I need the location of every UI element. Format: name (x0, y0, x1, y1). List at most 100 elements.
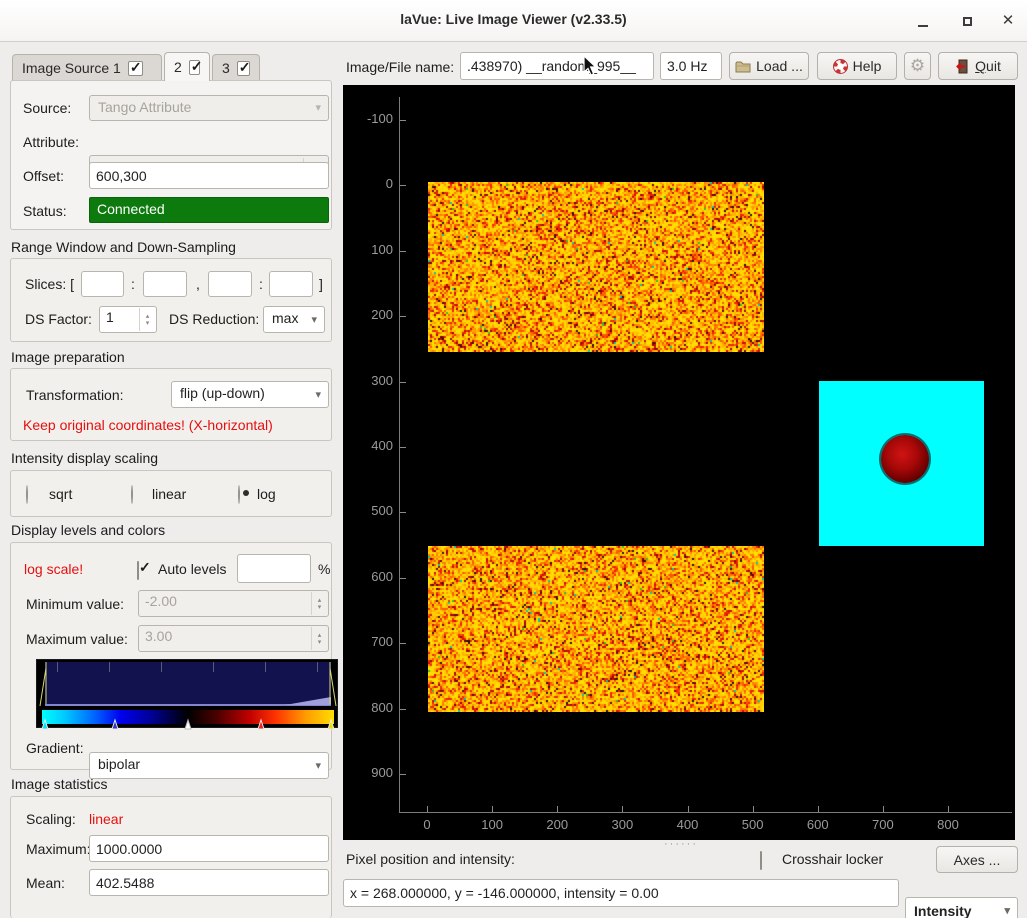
ds-factor-spinbox[interactable]: 1 ▴▾ (99, 306, 157, 333)
tab-image-source-1[interactable]: Image Source 1 (12, 54, 162, 81)
transformation-combo[interactable]: flip (up-down) ▾ (171, 381, 329, 408)
gradient-value: bipolar (98, 756, 140, 772)
x-tick-label: 600 (792, 817, 844, 832)
section-title-preparation: Image preparation (11, 349, 125, 365)
tab3-checkbox[interactable] (237, 61, 250, 76)
preparation-frame: Transformation: flip (up-down) ▾ Keep or… (10, 368, 332, 441)
y-tick-mark (400, 512, 406, 513)
y-tick-mark (400, 709, 406, 710)
display-mode-value: Intensity (914, 903, 972, 918)
chevron-down-icon: ▾ (315, 388, 321, 401)
y-tick-label: 200 (343, 307, 393, 322)
help-button[interactable]: Help (817, 52, 897, 80)
close-icon[interactable]: ✕ (996, 10, 1020, 34)
radio-sqrt[interactable] (26, 485, 28, 504)
load-label: Load ... (756, 58, 803, 74)
red-ball (881, 435, 929, 483)
x-tick-label: 100 (466, 817, 518, 832)
axes-button[interactable]: Axes ... (936, 846, 1018, 873)
minimum-value-spinbox[interactable]: -2.00 ▴▾ (138, 590, 329, 617)
auto-levels-label: Auto levels (158, 561, 226, 577)
slices-label: Slices: [ (25, 276, 74, 292)
chevron-down-icon: ▾ (315, 101, 321, 114)
section-title-scaling: Intensity display scaling (11, 450, 158, 466)
tab2-checkbox[interactable] (189, 60, 200, 75)
display-mode-combo[interactable]: Intensity ▾ (905, 897, 1018, 918)
tab-image-source-2[interactable]: 2 (164, 52, 210, 81)
slices-comma: , (196, 276, 200, 292)
stats-mean-input[interactable] (89, 869, 329, 896)
source-combo[interactable]: Tango Attribute ▾ (89, 95, 329, 121)
splitter-handle[interactable]: ······ (664, 838, 698, 850)
offset-input[interactable] (89, 162, 329, 189)
spinner-arrows-icon[interactable]: ▴▾ (311, 627, 327, 650)
quit-label: Quit (975, 58, 1001, 74)
y-tick-label: 600 (343, 569, 393, 584)
settings-button[interactable]: ⚙ (904, 52, 931, 80)
ds-factor-value: 1 (106, 309, 114, 325)
range-frame: Slices: [ : , : ] DS Factor: 1 ▴▾ DS Red… (10, 258, 332, 342)
intensity-histogram[interactable] (36, 659, 338, 728)
load-button[interactable]: Load ... (729, 52, 809, 80)
gradient-combo[interactable]: bipolar ▾ (89, 752, 329, 779)
image-file-input[interactable] (460, 52, 654, 80)
radio-linear-label: linear (152, 486, 186, 502)
pixel-position-input[interactable] (343, 879, 899, 907)
crosshair-locker-checkbox[interactable] (760, 851, 762, 870)
spinner-arrows-icon[interactable]: ▴▾ (139, 308, 155, 331)
attribute-label: Attribute: (23, 134, 79, 150)
radio-linear[interactable] (131, 485, 133, 504)
help-label: Help (853, 58, 882, 74)
ds-reduction-combo[interactable]: max ▾ (263, 306, 325, 333)
y-tick-mark (400, 578, 406, 579)
auto-levels-percent-input[interactable] (237, 554, 311, 583)
spinner-arrows-icon[interactable]: ▴▾ (311, 592, 327, 615)
tab-image-source-3[interactable]: 3 (212, 54, 260, 81)
y-tick-mark (400, 447, 406, 448)
chevron-down-icon: ▾ (1004, 904, 1010, 917)
tab-label: 2 (174, 59, 182, 75)
x-tick-mark (688, 806, 689, 812)
slices-colon1: : (131, 276, 135, 292)
radio-log[interactable] (238, 485, 240, 504)
region-handles[interactable] (37, 660, 339, 708)
transformation-value: flip (up-down) (180, 385, 265, 401)
minimize-icon[interactable] (911, 10, 935, 34)
auto-levels-checkbox[interactable] (137, 561, 139, 580)
slices-end: ] (319, 276, 323, 292)
stats-maximum-input[interactable] (89, 835, 329, 862)
gradient-markers[interactable] (37, 718, 339, 730)
slice-start-col-input[interactable] (208, 271, 252, 297)
slice-end-row-input[interactable] (143, 271, 187, 297)
chevron-down-icon: ▾ (315, 759, 321, 772)
statistics-frame: Scaling: linear Maximum: Mean: (10, 796, 332, 918)
ds-reduction-label: DS Reduction: (169, 311, 259, 327)
percent-sign: % (318, 561, 330, 577)
tab1-checkbox[interactable] (128, 61, 143, 76)
refresh-rate-input[interactable] (660, 52, 722, 80)
x-tick-mark (492, 806, 493, 812)
transformation-label: Transformation: (26, 387, 124, 403)
stats-mean-label: Mean: (26, 875, 65, 891)
slices-colon2: : (259, 276, 263, 292)
exit-door-icon (955, 59, 970, 74)
y-tick-label: -100 (343, 111, 393, 126)
x-tick-mark (753, 806, 754, 812)
tab-label: 3 (222, 60, 230, 76)
plot-area[interactable]: -100010020030040050060070080090001002003… (343, 85, 1015, 840)
maximum-value-spinbox[interactable]: 3.00 ▴▾ (138, 625, 329, 652)
stats-maximum-label: Maximum: (26, 841, 91, 857)
crosshair-locker-label: Crosshair locker (782, 851, 883, 867)
image-file-label: Image/File name: (346, 59, 454, 75)
tab-label: Image Source 1 (22, 60, 121, 76)
slice-end-col-input[interactable] (269, 271, 313, 297)
pixel-position-label: Pixel position and intensity: (346, 851, 515, 867)
window-title: laVue: Live Image Viewer (v2.33.5) (0, 11, 1027, 27)
slice-start-row-input[interactable] (81, 271, 124, 297)
quit-button[interactable]: Quit (938, 52, 1018, 80)
radio-log-label: log (257, 486, 276, 502)
minimum-value-label: Minimum value: (26, 596, 124, 612)
y-tick-label: 500 (343, 503, 393, 518)
maximize-icon[interactable] (956, 10, 980, 34)
y-tick-mark (400, 120, 406, 121)
